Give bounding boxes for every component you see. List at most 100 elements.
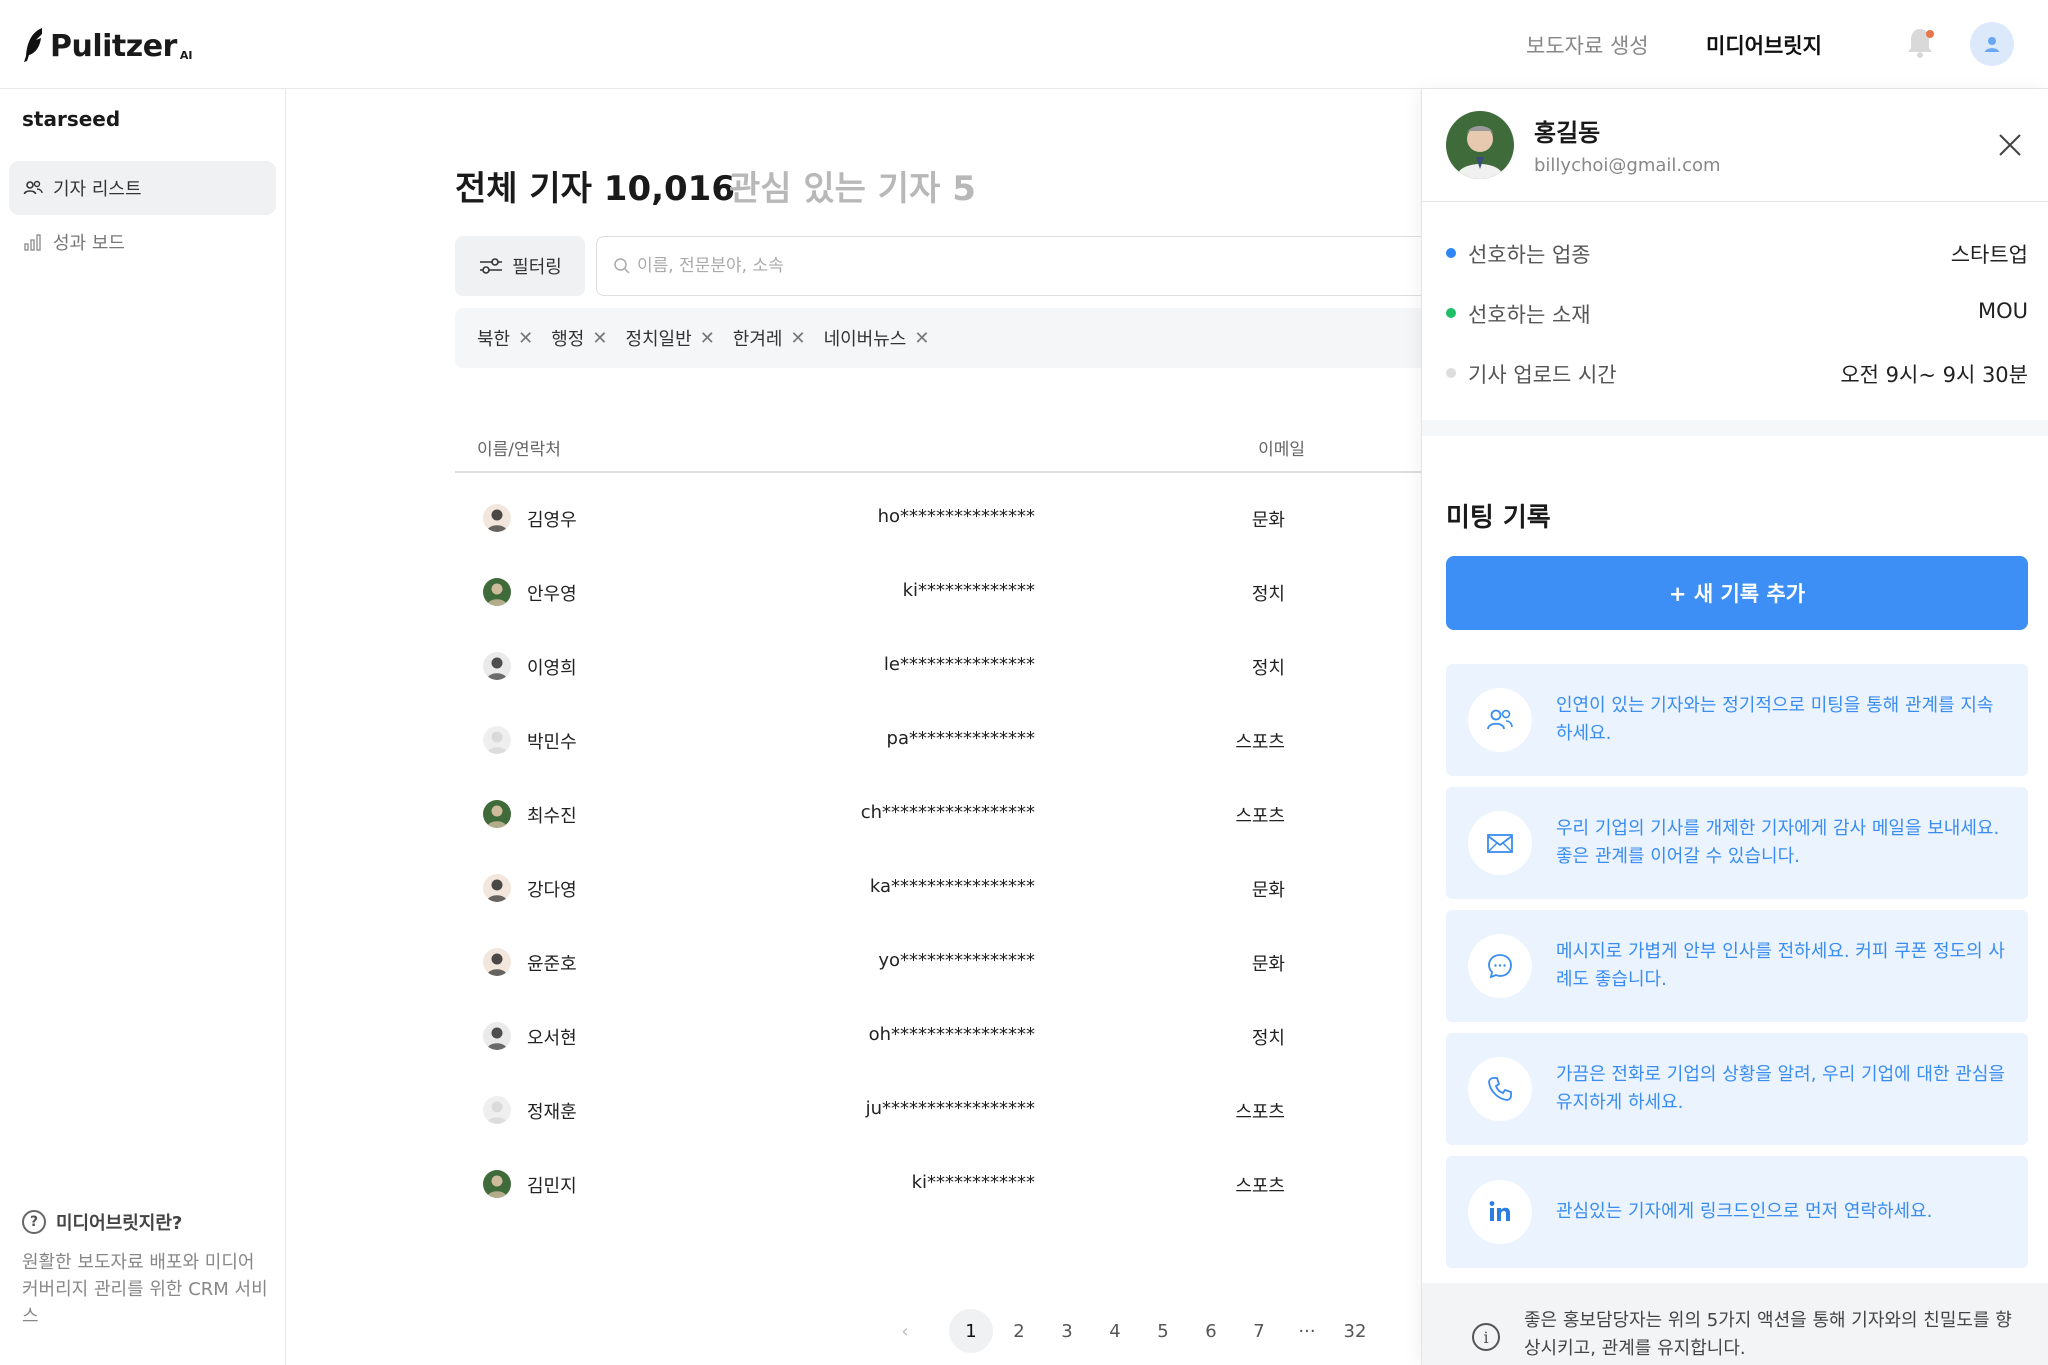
add-record-button[interactable]: + 새 기록 추가 (1446, 556, 2028, 630)
linkedin-icon (1489, 1201, 1510, 1221)
column-header-name[interactable]: 이름/연락처 (477, 435, 561, 460)
reporter-name: 윤준호 (527, 954, 577, 975)
reporter-email: ju***************** (865, 1098, 1035, 1119)
nav-press-release[interactable]: 보도자료 생성 (1526, 30, 1649, 60)
reporter-name: 김민지 (527, 1176, 577, 1197)
message-icon (1488, 954, 1512, 979)
filter-button[interactable]: 필터링 (455, 236, 585, 296)
tip-card[interactable]: 인연이 있는 기자와는 정기적으로 미팅을 통해 관계를 지속하세요. (1446, 664, 2028, 776)
logo[interactable]: Pulitzer AI (22, 26, 192, 64)
tip-card[interactable]: 우리 기업의 기사를 개제한 기자에게 감사 메일을 보내세요. 좋은 관계를 … (1446, 787, 2028, 899)
tip-text: 인연이 있는 기자와는 정기적으로 미팅을 통해 관계를 지속하세요. (1556, 695, 1994, 744)
reporter-specialty: 문화 (1251, 510, 1285, 531)
page-button[interactable]: 6 (1189, 1309, 1233, 1353)
table-row[interactable]: 김영우 ho*************** 문화 (455, 479, 1445, 553)
reporter-avatar (483, 1022, 511, 1050)
person-photo-icon (483, 652, 511, 680)
reporter-name: 김영우 (527, 510, 577, 531)
table-row[interactable]: 강다영 ka**************** 문화 (455, 849, 1445, 923)
logo-text: Pulitzer (50, 29, 177, 64)
reporter-name: 강다영 (527, 880, 577, 901)
tip-card[interactable]: 메시지로 가볍게 안부 인사를 전하세요. 커피 쿠폰 정도의 사례도 좋습니다… (1446, 910, 2028, 1022)
table-row[interactable]: 박민수 pa************** 스포츠 (455, 701, 1445, 775)
reporter-email: pa************** (886, 728, 1035, 749)
reporter-name: 홍길동 (1534, 119, 1601, 147)
table-row[interactable]: 이영희 le*************** 정치 (455, 627, 1445, 701)
filter-chip[interactable]: 정치일반 ✕ (625, 325, 714, 351)
reporter-name: 최수진 (527, 806, 577, 827)
table-row[interactable]: 정재훈 ju***************** 스포츠 (455, 1071, 1445, 1145)
filter-chip[interactable]: 네이버뉴스 ✕ (824, 325, 930, 351)
page-button[interactable]: 5 (1141, 1309, 1185, 1353)
close-icon[interactable]: ✕ (790, 328, 805, 349)
page-button[interactable]: 4 (1093, 1309, 1137, 1353)
tip-icon-wrap (1468, 811, 1532, 875)
person-photo-icon (483, 874, 511, 902)
table-row[interactable]: 오서현 oh**************** 정치 (455, 997, 1445, 1071)
filter-chips: 북한 ✕ 행정 ✕ 정치일반 ✕ 한겨레 ✕ 네이버뉴스 ✕ (455, 308, 1445, 368)
help-title-row[interactable]: ? 미디어브릿지란? (22, 1209, 272, 1235)
user-icon (1985, 37, 1999, 52)
close-icon[interactable]: ✕ (518, 328, 533, 349)
pref-industry: 선호하는 업종 스타트업 (1446, 237, 2028, 267)
close-icon[interactable]: ✕ (914, 328, 929, 349)
tip-card[interactable]: 관심있는 기자에게 링크드인으로 먼저 연락하세요. (1446, 1156, 2028, 1268)
search-input[interactable] (637, 256, 1337, 276)
tip-icon-wrap (1468, 934, 1532, 998)
reporter-avatar (483, 504, 511, 532)
pref-topic: 선호하는 소재 MOU (1446, 297, 2028, 327)
sidebar: starseed 기자 리스트 성과 보드 ? 미디어브릿지란? 원활한 보도자… (0, 89, 286, 1365)
reporter-avatar (483, 726, 511, 754)
reporter-avatar (483, 652, 511, 680)
page-ellipsis[interactable]: ··· (1285, 1309, 1329, 1353)
close-icon[interactable]: ✕ (700, 328, 715, 349)
help-section: ? 미디어브릿지란? 원활한 보도자료 배포와 미디어 커버리지 관리를 위한 … (22, 1209, 272, 1330)
pref-label: 선호하는 업종 (1468, 243, 1591, 267)
sidebar-item-performance-board[interactable]: 성과 보드 (9, 215, 276, 269)
tip-text: 우리 기업의 기사를 개제한 기자에게 감사 메일을 보내세요. 좋은 관계를 … (1556, 818, 2000, 867)
sidebar-item-label: 성과 보드 (53, 233, 125, 254)
reporter-avatar (483, 800, 511, 828)
reporter-avatar (483, 1170, 511, 1198)
pref-value: MOU (1977, 299, 2028, 323)
status-dot (1446, 368, 1456, 378)
table-row[interactable]: 김민지 ki************ 스포츠 (455, 1145, 1445, 1219)
top-bar: Pulitzer AI 보도자료 생성 미디어브릿지 (0, 0, 2048, 89)
reporter-name: 안우영 (527, 584, 577, 605)
person-photo-icon (483, 1022, 511, 1050)
filter-chip[interactable]: 한겨레 ✕ (733, 325, 806, 351)
tip-card[interactable]: 가끔은 전화로 기업의 상황을 알려, 우리 기업에 대한 관심을 유지하게 하… (1446, 1033, 2028, 1145)
page-button[interactable]: 7 (1237, 1309, 1281, 1353)
page-button[interactable]: 2 (997, 1309, 1041, 1353)
users-icon (1487, 709, 1513, 730)
person-photo-icon (1446, 111, 1514, 179)
prev-page-icon[interactable]: ‹ (883, 1309, 927, 1353)
table-row[interactable]: 최수진 ch***************** 스포츠 (455, 775, 1445, 849)
sidebar-item-reporter-list[interactable]: 기자 리스트 (9, 161, 276, 215)
nav-media-bridge[interactable]: 미디어브릿지 (1706, 30, 1822, 60)
tip-icon-wrap (1468, 1057, 1532, 1121)
reporter-email[interactable]: billychoi@gmail.com (1534, 155, 1721, 176)
person-photo-icon (483, 948, 511, 976)
interest-tab[interactable]: 관심 있는 기자 5 (729, 161, 976, 210)
search-box[interactable] (596, 236, 1436, 296)
page-button[interactable]: 32 (1333, 1309, 1377, 1353)
mail-icon (1487, 834, 1513, 853)
close-icon[interactable] (1996, 131, 2024, 159)
page-button[interactable]: 1 (949, 1309, 993, 1353)
page-button[interactable]: 3 (1045, 1309, 1089, 1353)
filter-chip[interactable]: 행정 ✕ (551, 325, 607, 351)
phone-icon (1488, 1077, 1512, 1101)
page-title[interactable]: 전체 기자 10,016 (455, 161, 735, 210)
person-photo-icon (483, 726, 511, 754)
user-avatar[interactable] (1970, 22, 2014, 66)
table-row[interactable]: 안우영 ki************* 정치 (455, 553, 1445, 627)
filter-chip[interactable]: 북한 ✕ (477, 325, 533, 351)
table-row[interactable]: 윤준호 yo*************** 문화 (455, 923, 1445, 997)
person-photo-icon (483, 578, 511, 606)
close-icon[interactable]: ✕ (592, 328, 607, 349)
meeting-title: 미팅 기록 (1446, 503, 1551, 533)
status-dot (1446, 308, 1456, 318)
reporter-email: ch***************** (860, 802, 1035, 823)
reporter-specialty: 스포츠 (1235, 732, 1285, 753)
